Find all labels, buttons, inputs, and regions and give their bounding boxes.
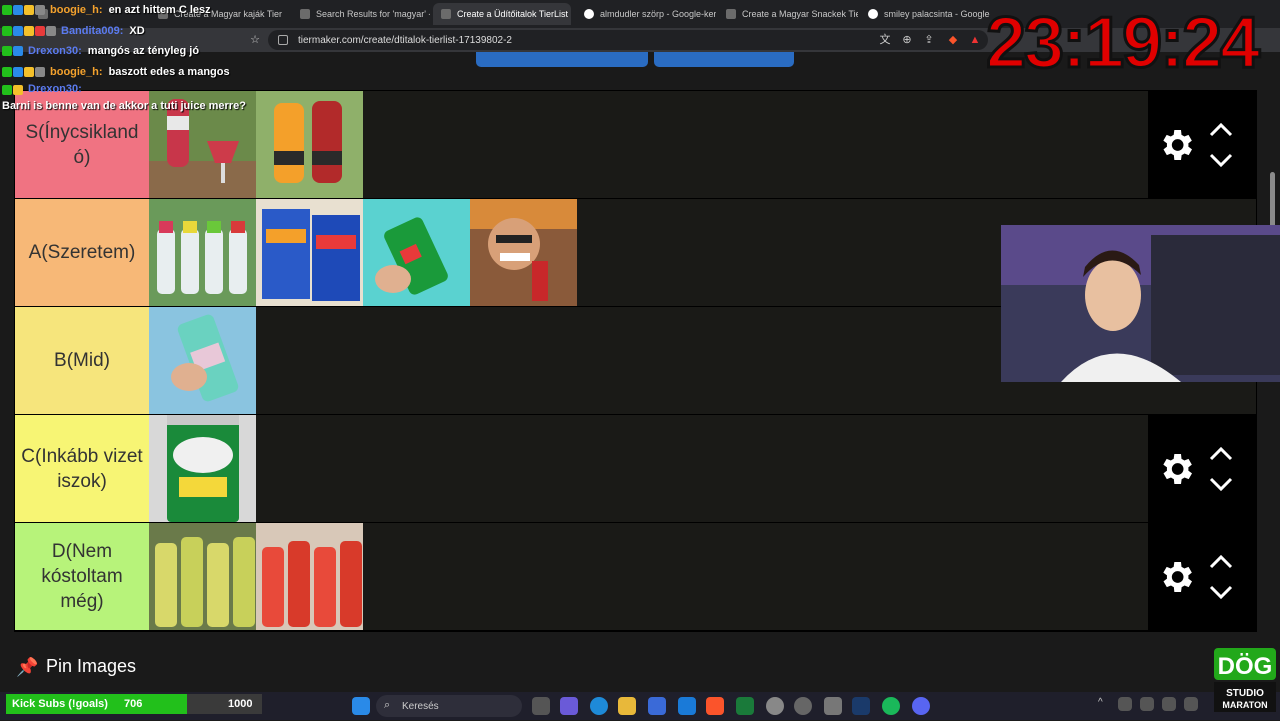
chat-message: Drexon30: Barni is benne van de akkor a … [2,83,246,112]
chat-overlay: boogie_h: en azt hittem C lesz Bandita00… [2,0,264,114]
task-view-icon[interactable] [532,697,550,715]
store-icon[interactable] [648,697,666,715]
chat-message: Drexon30: mangós az tényleg jó [2,41,264,62]
tier-controls [1148,523,1256,630]
copilot-icon[interactable] [560,697,578,715]
svg-text:DÖG: DÖG [1218,653,1273,680]
save-download-button[interactable] [476,52,648,67]
tab-5[interactable]: Create a Magyar Snackek Tier [718,3,858,25]
gear-icon[interactable] [1156,125,1196,165]
tier-label[interactable]: A(Szeretem) [15,199,149,306]
tray-icon[interactable] [1140,697,1154,711]
tier-item-man-with-drink[interactable] [470,199,577,306]
tab-4[interactable]: almdudler szörp - Google-kere [576,3,716,25]
pin-images-label: Pin Images [46,656,137,676]
tab-6[interactable]: smiley palacsinta - Google-kere [860,3,990,25]
chat-badges [2,84,23,95]
zoom-icon[interactable]: ⊕ [900,33,914,47]
tiermaker-favicon-icon [441,9,451,19]
svg-text:STUDIO: STUDIO [1226,688,1264,699]
svg-text:MARATON: MARATON [1222,700,1267,710]
file-explorer-icon[interactable] [618,697,636,715]
brave-rewards-icon[interactable]: ▲ [968,33,982,47]
spotify-icon[interactable] [882,697,900,715]
edge-icon[interactable] [590,697,608,715]
move-up-icon[interactable] [1208,554,1234,570]
chat-badges [2,5,45,16]
move-down-icon[interactable] [1208,152,1234,168]
mail-icon[interactable] [678,697,696,715]
translate-icon[interactable]: 文 [878,33,892,47]
tray-icon[interactable] [1162,697,1176,711]
tier-item-capri-sun[interactable] [256,199,363,306]
stream-clock: 23:19:24 [984,2,1261,85]
chat-message: boogie_h: en azt hittem C lesz [2,0,264,21]
page-scrollbar[interactable] [1270,172,1275,228]
dog-studio-maraton-logo: DÖG STUDIO MARATON [1212,646,1278,716]
move-down-icon[interactable] [1208,584,1234,600]
taskbar-search[interactable]: ⌕ Keresés [376,695,522,717]
settings-icon[interactable] [824,697,842,715]
obs-icon[interactable] [794,697,812,715]
gear-icon[interactable] [1156,449,1196,489]
tier-item-red-soda-bottles[interactable] [256,523,363,630]
brave-shield-icon[interactable]: ◆ [946,33,960,47]
pushpin-icon: 📌 [16,656,39,677]
brave-icon[interactable] [706,697,724,715]
discord-icon[interactable] [912,697,930,715]
tier-controls [1148,91,1256,198]
tray-icon[interactable] [1118,697,1132,711]
chat-badges [2,66,45,77]
tier-label[interactable]: C(Inkább vizet iszok) [15,415,149,522]
excel-icon[interactable] [736,697,754,715]
site-info-icon[interactable] [278,35,288,45]
chevron-up-icon[interactable]: ^ [1098,697,1110,715]
tier-item-canada-dry-can[interactable] [149,415,256,522]
tier-item-7up-can[interactable] [363,199,470,306]
network-icon[interactable] [1184,697,1198,711]
tiermaker-favicon-icon [300,9,310,19]
steam-icon[interactable] [852,697,870,715]
windows-start-icon[interactable] [352,697,370,715]
tab-2[interactable]: Search Results for 'magyar' - T [292,3,430,25]
secondary-action-button[interactable] [654,52,794,67]
chat-badges [2,46,23,57]
gear-icon[interactable] [1156,557,1196,597]
windows-taskbar: Kick Subs (!goals) 706 1000 ⌕ Keresés ^ [0,692,1280,720]
tier-item-almdudler-bottles[interactable] [149,523,256,630]
tier-controls [1148,415,1256,522]
webcam-overlay [1001,225,1280,382]
google-favicon-icon [868,9,878,19]
app-icon[interactable] [766,697,784,715]
tier-label[interactable]: D(Nem kóstoltam még) [15,523,149,630]
tier-label[interactable]: B(Mid) [15,307,149,414]
tier-row-c: C(Inkább vizet iszok) [15,415,1256,523]
subs-goal-bar: Kick Subs (!goals) 706 1000 [6,694,262,714]
chat-badges [2,25,56,36]
move-up-icon[interactable] [1208,122,1234,138]
tier-row-d: D(Nem kóstoltam még) [15,523,1256,631]
tab-3-active[interactable]: Create a Üdítőitalok TierList✕ [433,3,571,25]
search-icon: ⌕ [384,699,391,711]
tier-item-cappy-bottles[interactable] [256,91,363,198]
share-icon[interactable]: ⇪ [922,33,936,47]
chat-message: boogie_h: baszott edes a mangos [2,62,264,83]
move-down-icon[interactable] [1208,476,1234,492]
pin-images-section[interactable]: 📌 Pin Images [16,656,136,677]
google-favicon-icon [584,9,594,19]
tiermaker-favicon-icon [726,9,736,19]
chat-message: Bandita009: XD [2,21,264,42]
tier-item-arizona-can[interactable] [149,307,256,414]
move-up-icon[interactable] [1208,446,1234,462]
tier-item-fruit-water-bottles[interactable] [149,199,256,306]
url-text: tiermaker.com/create/dtitalok-tierlist-1… [298,34,512,46]
